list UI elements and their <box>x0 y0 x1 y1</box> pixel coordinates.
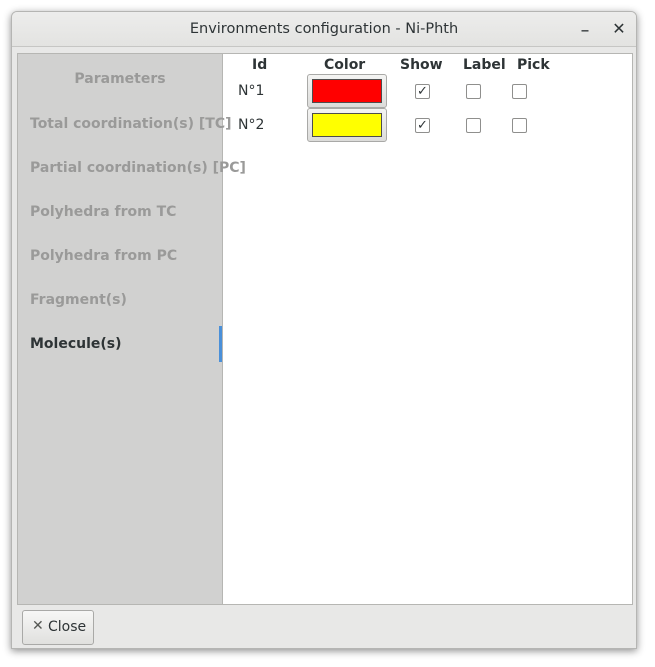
row-1-label-checkbox[interactable] <box>466 84 481 99</box>
sidebar-item-molecules[interactable]: Molecule(s) <box>30 336 122 352</box>
column-header-id: Id <box>252 57 268 73</box>
sidebar-item-partial-coordination[interactable]: Partial coordination(s) [PC] <box>30 160 246 176</box>
row-1-color-swatch <box>312 79 382 103</box>
title-bar: Environments configuration - Ni-Phth _ ✕ <box>12 12 636 47</box>
sidebar: Parameters Total coordination(s) [TC] Pa… <box>18 54 246 604</box>
row-2-id: N°2 <box>238 117 265 133</box>
close-button[interactable]: ✕ Close <box>22 610 94 645</box>
column-header-label: Label <box>463 57 506 73</box>
minimize-button[interactable]: _ <box>574 16 596 36</box>
content-area: Parameters Total coordination(s) [TC] Pa… <box>17 53 633 605</box>
window-close-button[interactable]: ✕ <box>608 19 630 39</box>
close-icon: ✕ <box>32 618 44 634</box>
active-item-indicator <box>219 326 222 362</box>
row-1-show-checkbox[interactable]: ✓ <box>415 84 430 99</box>
row-2-color-swatch <box>312 113 382 137</box>
row-2-label-checkbox[interactable] <box>466 118 481 133</box>
sidebar-item-polyhedra-pc[interactable]: Polyhedra from PC <box>30 248 177 264</box>
row-1-pick-checkbox[interactable] <box>512 84 527 99</box>
row-1-id: N°1 <box>238 83 265 99</box>
column-header-pick: Pick <box>517 57 550 73</box>
column-header-color: Color <box>324 57 366 73</box>
row-2-color-button[interactable] <box>307 108 387 142</box>
close-button-label: Close <box>48 619 87 635</box>
sidebar-item-polyhedra-tc[interactable]: Polyhedra from TC <box>30 204 176 220</box>
sidebar-header-parameters[interactable]: Parameters <box>18 71 222 87</box>
dialog-window: Environments configuration - Ni-Phth _ ✕… <box>11 11 637 649</box>
sidebar-item-fragments[interactable]: Fragment(s) <box>30 292 127 308</box>
column-header-show: Show <box>400 57 443 73</box>
row-1-color-button[interactable] <box>307 74 387 108</box>
window-title: Environments configuration - Ni-Phth <box>189 21 459 37</box>
row-2-pick-checkbox[interactable] <box>512 118 527 133</box>
sidebar-item-total-coordination[interactable]: Total coordination(s) [TC] <box>30 116 232 132</box>
molecules-table: Id Color Show Label Pick N°1 ✓ N°2 ✓ <box>223 54 632 604</box>
row-2-show-checkbox[interactable]: ✓ <box>415 118 430 133</box>
